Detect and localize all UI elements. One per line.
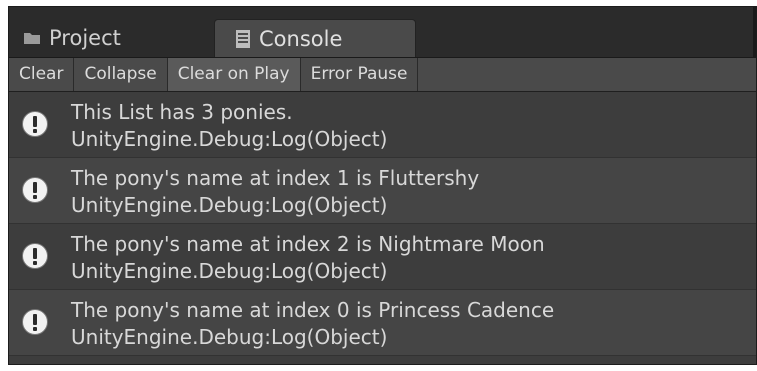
tab-project[interactable]: Project <box>23 19 213 57</box>
tab-project-label: Project <box>49 26 121 50</box>
log-message: The pony's name at index 2 is Nightmare … <box>71 231 545 285</box>
log-message: This List has 3 ponies. UnityEngine.Debu… <box>71 99 387 153</box>
log-trace: UnityEngine.Debug:Log(Object) <box>71 259 388 283</box>
log-entry[interactable]: The pony's name at index 1 is Fluttershy… <box>9 158 756 224</box>
info-icon <box>21 242 49 270</box>
log-message: The pony's name at index 1 is Fluttershy… <box>71 165 479 219</box>
tabbar-edge <box>753 7 756 57</box>
log-text: The pony's name at index 2 is Nightmare … <box>71 232 545 256</box>
folder-icon <box>23 31 41 45</box>
tab-console-label: Console <box>259 26 343 51</box>
console-window: Project Console Clear Collapse Clear on … <box>8 6 757 365</box>
log-entry[interactable]: This List has 3 ponies. UnityEngine.Debu… <box>9 92 756 158</box>
log-text: This List has 3 ponies. <box>71 100 293 124</box>
log-message: The pony's name at index 0 is Princess C… <box>71 297 554 351</box>
log-text: The pony's name at index 0 is Princess C… <box>71 298 555 322</box>
log-entry[interactable]: The pony's name at index 0 is Princess C… <box>9 290 756 356</box>
console-toolbar: Clear Collapse Clear on Play Error Pause <box>9 58 756 92</box>
console-icon <box>235 29 251 49</box>
clear-on-play-toggle[interactable]: Clear on Play <box>167 58 301 91</box>
clear-button[interactable]: Clear <box>9 58 75 91</box>
error-pause-toggle[interactable]: Error Pause <box>301 58 419 91</box>
log-trace: UnityEngine.Debug:Log(Object) <box>71 193 388 217</box>
info-icon <box>21 176 49 204</box>
log-text: The pony's name at index 1 is Fluttershy <box>71 166 480 190</box>
log-list: This List has 3 ponies. UnityEngine.Debu… <box>9 92 756 364</box>
log-trace: UnityEngine.Debug:Log(Object) <box>71 127 388 151</box>
info-icon <box>21 308 49 336</box>
tab-console[interactable]: Console <box>214 19 416 57</box>
collapse-toggle[interactable]: Collapse <box>74 58 168 91</box>
info-icon <box>21 110 49 138</box>
tab-bar: Project Console <box>9 7 756 58</box>
log-entry[interactable]: The pony's name at index 2 is Nightmare … <box>9 224 756 290</box>
log-trace: UnityEngine.Debug:Log(Object) <box>71 325 388 349</box>
